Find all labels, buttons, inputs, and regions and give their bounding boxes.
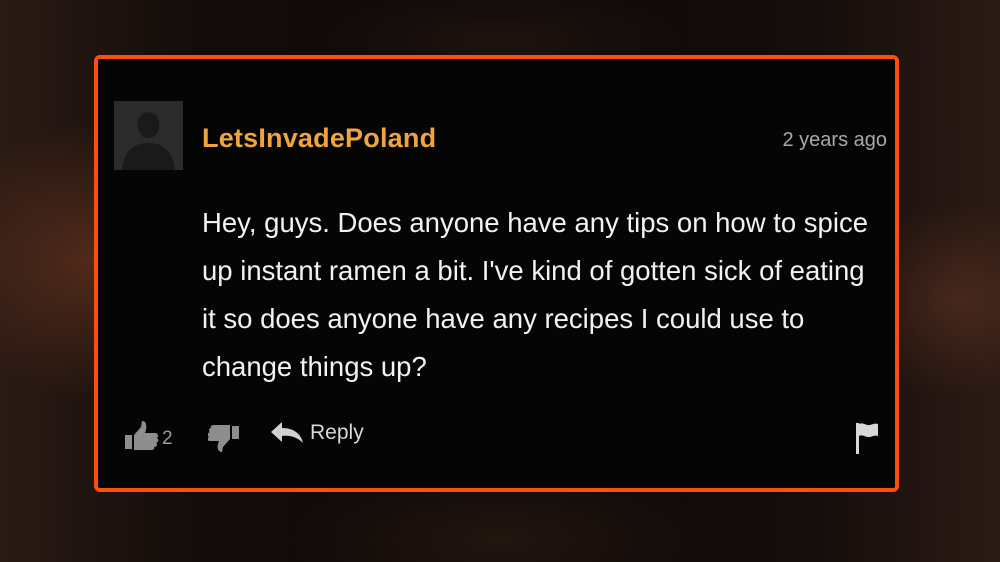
- like-count: 2: [162, 428, 173, 449]
- comment-username[interactable]: LetsInvadePoland: [202, 123, 436, 154]
- comment-text: Hey, guys. Does anyone have any tips on …: [202, 207, 868, 382]
- thumbs-down-icon: [208, 425, 239, 452]
- comment-actions: 2 Reply: [124, 421, 884, 455]
- dislike-button[interactable]: [208, 425, 240, 453]
- reply-button[interactable]: Reply: [270, 421, 364, 445]
- comment-timestamp: 2 years ago: [782, 129, 887, 151]
- comment-card: LetsInvadePoland 2 years ago Hey, guys. …: [94, 55, 899, 492]
- flag-button[interactable]: [854, 421, 880, 455]
- like-button[interactable]: 2: [124, 421, 173, 451]
- default-user-silhouette-icon: [114, 101, 183, 170]
- reply-arrow-icon: [271, 422, 303, 443]
- thumbs-up-icon: [125, 421, 159, 450]
- flag-icon: [856, 423, 878, 454]
- avatar[interactable]: [114, 101, 183, 170]
- reply-label: Reply: [310, 421, 364, 444]
- background: LetsInvadePoland 2 years ago Hey, guys. …: [0, 0, 1000, 562]
